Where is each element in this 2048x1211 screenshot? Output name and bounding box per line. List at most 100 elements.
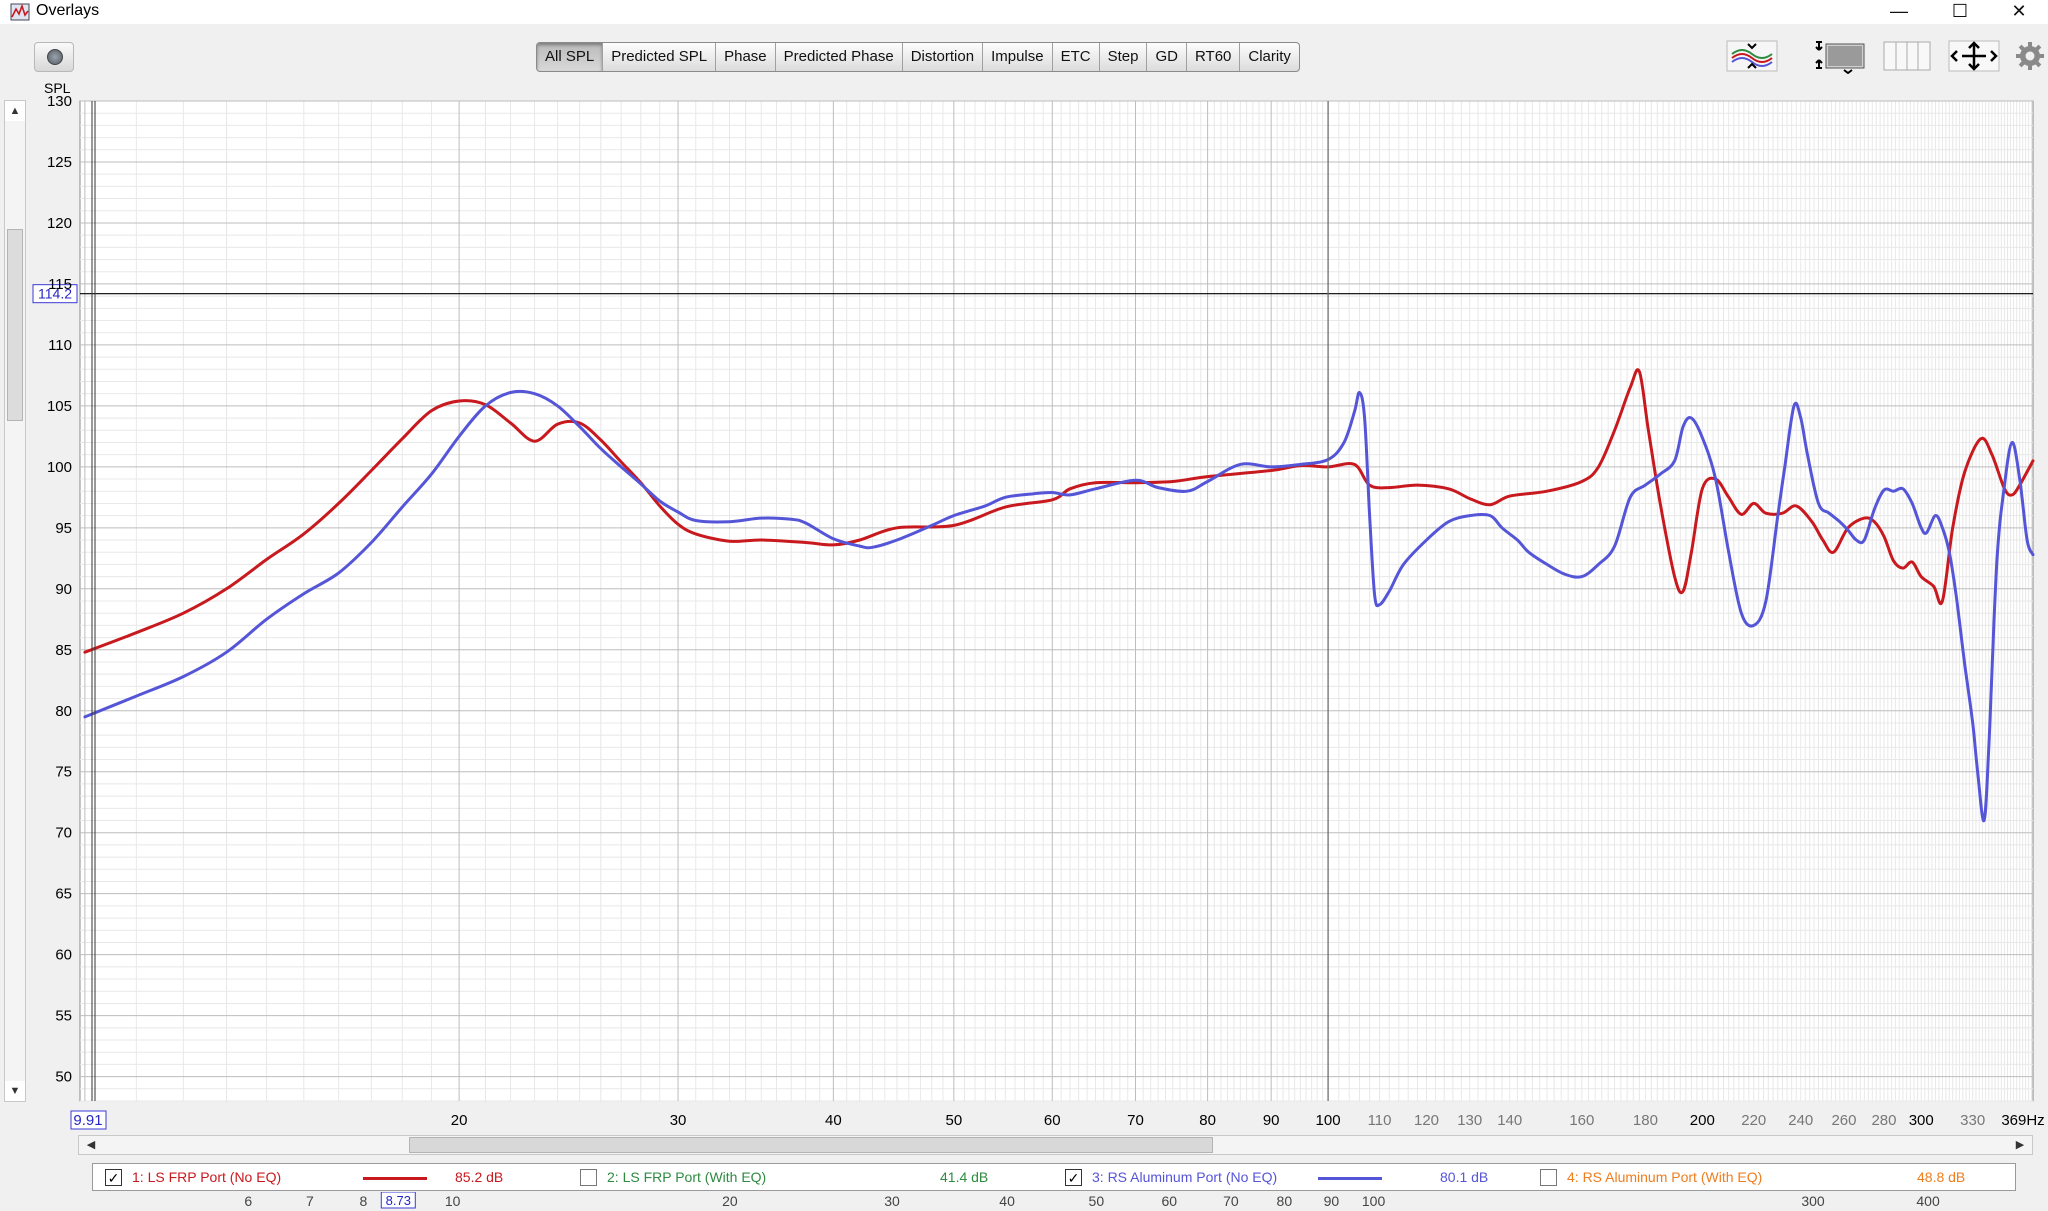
overview-tick-label: 90 xyxy=(1324,1193,1340,1209)
overview-tick-label: 40 xyxy=(999,1193,1015,1209)
title-bar: Overlays — ☐ ✕ xyxy=(0,0,2048,24)
camera-icon[interactable] xyxy=(34,42,74,72)
x-tick-label: 300 xyxy=(1909,1112,1934,1129)
tab-all-spl[interactable]: All SPL xyxy=(537,43,604,71)
maximize-button[interactable]: ☐ xyxy=(1937,0,1983,24)
legend-label[interactable]: 3: RS Aluminum Port (No EQ) xyxy=(1092,1169,1277,1185)
y-tick-label: 125 xyxy=(47,154,72,171)
x-tick-label: 80 xyxy=(1199,1112,1216,1129)
x-tick-label: 180 xyxy=(1633,1112,1658,1129)
tab-step[interactable]: Step xyxy=(1100,43,1148,71)
tab-predicted-spl[interactable]: Predicted SPL xyxy=(603,43,717,71)
legend-value: 80.1 dB xyxy=(1440,1169,1489,1185)
y-tick-label: 50 xyxy=(55,1069,72,1086)
y-tick-label: 100 xyxy=(47,459,72,476)
horizontal-scroll-thumb[interactable] xyxy=(409,1137,1213,1153)
y-tick-label: 65 xyxy=(55,886,72,903)
y-tick-label: 75 xyxy=(55,764,72,781)
overview-axis: 6 7 8 10 20 30 40 50 60 70 80 90 100 300 400 8.73 xyxy=(244,1192,1940,1209)
y-tick-label: 110 xyxy=(48,337,72,354)
graph-type-tabs: All SPL Predicted SPL Phase Predicted Phase… xyxy=(536,42,1300,72)
x-tick-label: 280 xyxy=(1871,1112,1896,1129)
pan-zoom-icon[interactable] xyxy=(1948,38,2000,74)
legend-label[interactable]: 4: RS Aluminum Port (With EQ) xyxy=(1567,1169,1762,1185)
tab-rt60[interactable]: RT60 xyxy=(1187,43,1241,71)
overview-tick-label: 60 xyxy=(1161,1193,1177,1209)
scroll-left-arrow-icon[interactable]: ◀ xyxy=(81,1136,101,1154)
x-tick-label: 200 xyxy=(1690,1112,1715,1129)
y-tick-label: 115 xyxy=(48,276,72,293)
horizontal-scrollbar[interactable]: ◀ ▶ xyxy=(78,1135,2033,1155)
x-tick-label: 100 xyxy=(1316,1112,1341,1129)
spl-chart[interactable]: 114.2 5055606570758085909510010511011512… xyxy=(0,95,2048,1130)
overview-tick-label: 400 xyxy=(1916,1193,1940,1209)
legend-label[interactable]: 2: LS FRP Port (With EQ) xyxy=(607,1169,766,1185)
overview-tick-label: 100 xyxy=(1362,1193,1386,1209)
tab-phase[interactable]: Phase xyxy=(716,43,776,71)
y-tick-label: 55 xyxy=(55,1008,72,1025)
close-button[interactable]: ✕ xyxy=(1996,0,2042,24)
x-tick-label: 40 xyxy=(825,1112,842,1129)
x-tick-label: 160 xyxy=(1569,1112,1594,1129)
y-tick-label: 85 xyxy=(55,642,72,659)
graph-limits-icon[interactable] xyxy=(1814,38,1868,74)
x-tick-label: 220 xyxy=(1741,1112,1766,1129)
measurement-legend: ✓ 1: LS FRP Port (No EQ) 85.2 dB 2: LS FRP … xyxy=(92,1163,2016,1191)
x-tick-label: 90 xyxy=(1263,1112,1280,1129)
x-tick-label: 20 xyxy=(451,1112,468,1129)
y-tick-label: 70 xyxy=(55,825,72,842)
tab-impulse[interactable]: Impulse xyxy=(983,43,1053,71)
x-tick-label: 110 xyxy=(1368,1112,1392,1129)
tab-distortion[interactable]: Distortion xyxy=(903,43,984,71)
overview-tick-label: 300 xyxy=(1801,1193,1825,1209)
overview-tick-label: 10 xyxy=(445,1193,461,1209)
legend-item: 2: LS FRP Port (With EQ) 41.4 dB xyxy=(580,1167,1040,1189)
overview-tick-label: 7 xyxy=(306,1193,314,1209)
overview-cursor-label: 8.73 xyxy=(386,1193,411,1208)
legend-value: 85.2 dB xyxy=(455,1169,504,1185)
tab-clarity[interactable]: Clarity xyxy=(1240,43,1299,71)
y-tick-label: 80 xyxy=(55,703,72,720)
legend-line-swatch xyxy=(363,1177,427,1180)
tab-gd[interactable]: GD xyxy=(1147,43,1187,71)
window-title: Overlays xyxy=(36,2,100,19)
overview-tick-label: 30 xyxy=(884,1193,900,1209)
overlay-controls-icon[interactable] xyxy=(1726,38,1778,74)
y-tick-label: 90 xyxy=(55,581,72,598)
x-tick-label: 50 xyxy=(945,1112,962,1129)
overview-tick-label: 6 xyxy=(244,1193,252,1209)
x-tick-label: 70 xyxy=(1127,1112,1144,1129)
y-tick-label: 105 xyxy=(47,398,72,415)
x-tick-label: 260 xyxy=(1831,1112,1856,1129)
legend-checkbox[interactable]: ✓ xyxy=(105,1169,122,1186)
split-view-icon[interactable] xyxy=(1882,38,1932,74)
overview-tick-label: 80 xyxy=(1277,1193,1293,1209)
x-tick-label: 120 xyxy=(1414,1112,1439,1129)
legend-line-swatch xyxy=(1318,1177,1382,1180)
y-tick-label: 120 xyxy=(47,215,72,232)
x-tick-label: 240 xyxy=(1788,1112,1813,1129)
legend-value: 48.8 dB xyxy=(1917,1169,1966,1185)
x-tick-label: 369Hz xyxy=(2001,1112,2044,1129)
settings-gear-icon[interactable] xyxy=(2014,40,2046,72)
x-tick-label: 130 xyxy=(1457,1112,1482,1129)
legend-label[interactable]: 1: LS FRP Port (No EQ) xyxy=(132,1169,281,1185)
legend-value: 41.4 dB xyxy=(940,1169,989,1185)
y-tick-label: 60 xyxy=(55,947,72,964)
scroll-right-arrow-icon[interactable]: ▶ xyxy=(2010,1136,2030,1154)
y-tick-label: 130 xyxy=(47,95,72,110)
minimize-button[interactable]: — xyxy=(1876,0,1922,24)
legend-item: ✓ 1: LS FRP Port (No EQ) 85.2 dB xyxy=(105,1167,555,1189)
legend-checkbox[interactable] xyxy=(580,1169,597,1186)
legend-checkbox[interactable] xyxy=(1540,1169,1557,1186)
legend-item: ✓ 3: RS Aluminum Port (No EQ) 80.1 dB xyxy=(1065,1167,1540,1189)
overview-tick-label: 50 xyxy=(1089,1193,1105,1209)
tab-predicted-phase[interactable]: Predicted Phase xyxy=(776,43,903,71)
overview-tick-label: 20 xyxy=(722,1193,738,1209)
x-cursor-readout: 9.91 xyxy=(73,1112,102,1129)
y-tick-label: 95 xyxy=(55,520,72,537)
overview-tick-label: 70 xyxy=(1223,1193,1239,1209)
tab-etc[interactable]: ETC xyxy=(1053,43,1100,71)
app-logo-icon xyxy=(10,3,30,21)
legend-checkbox[interactable]: ✓ xyxy=(1065,1169,1082,1186)
